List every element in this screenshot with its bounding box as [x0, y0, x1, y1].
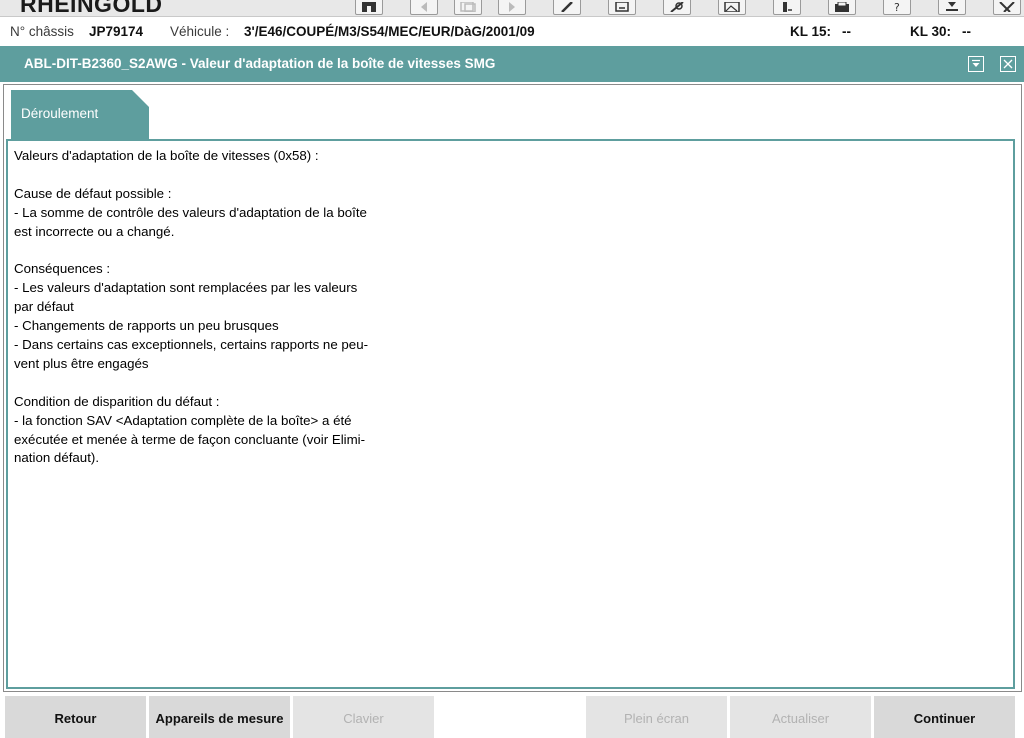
description-line: - La somme de contrôle des valeurs d'ada…	[14, 204, 367, 220]
kl15-label: KL 15:	[790, 24, 832, 39]
vehicle-label: Véhicule :	[170, 24, 230, 39]
chassis-value: JP79174	[89, 24, 144, 39]
home-icon	[362, 2, 376, 12]
vehicle-value: 3'/E46/COUPÉ/M3/S54/MEC/EUR/DàG/2001/09	[244, 24, 535, 39]
close-window-button[interactable]	[1000, 56, 1016, 72]
download-button[interactable]	[938, 0, 966, 15]
tab-label: Déroulement	[21, 106, 99, 121]
kl15-value: --	[842, 24, 851, 39]
home-button[interactable]	[355, 0, 383, 15]
top-toolbar: RHEINGOLD ?	[0, 0, 1024, 17]
fault-description: Valeurs d'adaptation de la boîte de vite…	[14, 147, 404, 468]
window-title-bar: ABL-DIT-B2360_S2AWG - Valeur d'adaptatio…	[0, 46, 1024, 82]
close-icon	[1003, 59, 1013, 69]
description-line: - Changements de rapports un peu brusque…	[14, 318, 279, 334]
copy-button[interactable]	[454, 0, 482, 15]
description-line: nation défaut).	[14, 450, 100, 466]
back-button[interactable]	[410, 0, 438, 15]
window-title: ABL-DIT-B2360_S2AWG - Valeur d'adaptatio…	[24, 56, 496, 71]
image-button[interactable]	[718, 0, 746, 15]
vehicle-info-bar: N° châssis JP79174 Véhicule : 3'/E46/COU…	[0, 18, 1024, 46]
kl30-label: KL 30:	[910, 24, 952, 39]
main-panel: Déroulement Valeurs d'adaptation de la b…	[3, 84, 1022, 692]
collapse-window-button[interactable]	[968, 56, 984, 72]
help-icon: ?	[894, 2, 900, 12]
close-app-button[interactable]	[993, 0, 1021, 15]
tab-deroulement[interactable]: Déroulement	[11, 90, 149, 139]
continue-button[interactable]: Continuer	[874, 696, 1015, 738]
description-line: exécutée et menée à terme de façon concl…	[14, 431, 366, 447]
exchange-button[interactable]	[608, 0, 636, 15]
measurement-icon	[670, 2, 684, 12]
refresh-button[interactable]: Actualiser	[730, 696, 871, 738]
app-title: RHEINGOLD	[20, 0, 163, 17]
close-icon	[999, 2, 1015, 12]
description-line: par défaut	[14, 299, 74, 315]
content-box[interactable]: Valeurs d'adaptation de la boîte de vite…	[6, 139, 1015, 689]
svg-text:?: ?	[894, 2, 900, 12]
help-button[interactable]: ?	[883, 0, 911, 15]
description-line: Valeurs d'adaptation de la boîte de vite…	[14, 148, 319, 163]
empty-button-slot	[437, 696, 583, 738]
kl30-value: --	[962, 24, 971, 39]
description-line: - Dans certains cas exceptionnels, certa…	[14, 337, 369, 353]
description-line: - la fonction SAV <Adaptation complète d…	[14, 412, 352, 428]
measurement-button[interactable]	[663, 0, 691, 15]
description-line: Cause de défaut possible :	[14, 185, 172, 201]
measuring-devices-button[interactable]: Appareils de mesure	[149, 696, 290, 738]
wrench-icon	[561, 2, 573, 12]
vehicle-button[interactable]	[773, 0, 801, 15]
back-nav-button[interactable]: Retour	[5, 696, 146, 738]
keyboard-button[interactable]: Clavier	[293, 696, 434, 738]
forward-button[interactable]	[498, 0, 526, 15]
back-arrow-icon	[421, 2, 427, 12]
service-functions-button[interactable]	[553, 0, 581, 15]
description-line: - Les valeurs d'adaptation sont remplacé…	[14, 280, 358, 296]
copy-icon	[460, 2, 476, 12]
image-icon	[724, 2, 740, 12]
exchange-icon	[615, 2, 629, 12]
print-icon	[835, 2, 849, 12]
chassis-label: N° châssis	[10, 24, 74, 39]
dropdown-icon	[972, 59, 980, 67]
forward-arrow-icon	[509, 2, 515, 12]
vehicle-icon	[783, 2, 792, 12]
download-icon	[946, 2, 958, 11]
description-line: Condition de disparition du défaut :	[14, 393, 220, 409]
description-line: vent plus être engagés	[14, 355, 149, 371]
description-line: est incorrecte ou a changé.	[14, 223, 175, 239]
description-line: Conséquences :	[14, 261, 111, 277]
print-button[interactable]	[828, 0, 856, 15]
fullscreen-button[interactable]: Plein écran	[586, 696, 727, 738]
